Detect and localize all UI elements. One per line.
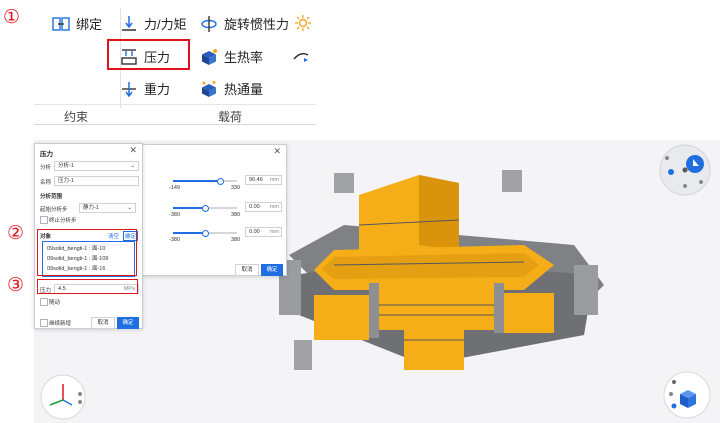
start-step-value: 静力-1 xyxy=(83,205,99,211)
chevron-down-icon: ⌄ xyxy=(130,163,135,169)
force-moment-button[interactable]: 力/力矩 xyxy=(120,14,187,33)
step-marker-1: ① xyxy=(3,6,21,28)
convection-button[interactable] xyxy=(292,47,310,65)
name-input[interactable]: 压力-1 xyxy=(54,176,139,186)
gravity-button[interactable]: 重力 xyxy=(120,79,170,98)
slider-value: 0.00 xyxy=(249,229,260,235)
cancel-button[interactable]: 取消 xyxy=(235,264,259,276)
analysis-value: 分析-1 xyxy=(58,163,74,169)
view-navigation-wheel[interactable] xyxy=(657,142,713,198)
follow-checkbox[interactable] xyxy=(40,298,48,306)
force-moment-label: 力/力矩 xyxy=(144,17,187,32)
continue-add-checkbox[interactable] xyxy=(40,319,48,327)
slider-max: 380 xyxy=(231,237,241,243)
gravity-label: 重力 xyxy=(144,82,171,97)
heat-flux-button[interactable]: 热通量 xyxy=(200,79,263,98)
object-highlight-box xyxy=(37,229,137,276)
pressure-highlight-box-2 xyxy=(37,279,138,294)
axis-triad[interactable] xyxy=(38,372,88,422)
close-icon[interactable]: ✕ xyxy=(273,146,281,157)
load-group-label: 载荷 xyxy=(218,110,243,124)
slider-fill xyxy=(173,232,205,234)
convection-icon xyxy=(292,47,310,65)
gravity-icon xyxy=(120,80,138,98)
follow-label: 随动 xyxy=(49,300,61,306)
rotational-inertia-button[interactable]: 旋转惯性力 xyxy=(200,14,289,33)
slider-knob[interactable] xyxy=(217,178,225,185)
chevron-down-icon: ⌄ xyxy=(127,205,132,211)
heat-generation-button[interactable]: 生热率 xyxy=(200,47,263,66)
force-arrow-icon xyxy=(120,15,138,33)
name-label: 名称 xyxy=(40,180,52,186)
step-marker-2: ② xyxy=(7,222,25,244)
step-marker-3: ③ xyxy=(7,274,25,296)
slider-value-field[interactable]: 0.00 mm xyxy=(245,202,282,212)
start-step-select[interactable]: 静力-1 ⌄ xyxy=(79,203,136,213)
analysis-label: 分析 xyxy=(40,165,52,171)
slider-max: 330 xyxy=(231,185,241,191)
ok-button[interactable]: 确定 xyxy=(117,317,139,329)
slider-min: -380 xyxy=(169,212,181,218)
terminate-label: 终止分析步 xyxy=(49,218,77,224)
sun-icon xyxy=(294,14,312,32)
range-title: 分析范围 xyxy=(40,194,63,200)
slider-unit: mm xyxy=(269,229,279,235)
view-cube[interactable] xyxy=(662,368,712,420)
dialog-title: 压力 xyxy=(40,151,53,158)
rotation-icon xyxy=(200,15,218,33)
temperature-button[interactable] xyxy=(294,14,312,32)
close-icon[interactable]: ✕ xyxy=(129,145,137,156)
slider-value: 90.46 xyxy=(249,177,263,183)
ribbon-toolbar: 绑定 力/力矩 旋转惯性力 压力 生热率 重力 热通量 约束 载荷 xyxy=(34,0,316,125)
constraint-group-label: 约束 xyxy=(64,110,89,124)
section-dialog: ✕ -149 330 90.46 mm -380 380 0.00 mm -380 380 0.00… xyxy=(136,144,287,276)
bind-icon xyxy=(52,15,70,33)
pressure-highlight-box xyxy=(107,39,190,70)
slider-min: -380 xyxy=(169,237,181,243)
slider-value: 0.00 xyxy=(249,204,260,210)
analysis-select[interactable]: 分析-1 ⌄ xyxy=(54,161,139,171)
heat-flux-icon xyxy=(200,80,218,98)
slider-knob[interactable] xyxy=(202,205,209,212)
group-label-divider xyxy=(34,104,316,105)
bind-button[interactable]: 绑定 xyxy=(52,14,102,33)
slider-value-field[interactable]: 0.00 mm xyxy=(245,227,282,237)
slider-fill xyxy=(173,207,205,209)
slider-fill xyxy=(173,180,221,182)
heat-cube-icon xyxy=(200,48,218,66)
cancel-button[interactable]: 取消 xyxy=(91,317,115,329)
terminate-checkbox[interactable] xyxy=(40,216,48,224)
slider-value-field[interactable]: 90.46 mm xyxy=(245,175,282,185)
slider-unit: mm xyxy=(269,204,279,210)
slider-unit: mm xyxy=(269,177,279,183)
slider-knob[interactable] xyxy=(202,230,209,237)
continue-add-label: 继续新增 xyxy=(49,321,72,327)
ok-button[interactable]: 确定 xyxy=(261,264,283,276)
slider-max: 380 xyxy=(231,212,241,218)
heat-generation-label: 生热率 xyxy=(224,50,264,65)
rotational-inertia-label: 旋转惯性力 xyxy=(224,17,290,32)
heat-flux-label: 热通量 xyxy=(224,82,264,97)
bind-label: 绑定 xyxy=(76,17,103,32)
slider-min: -149 xyxy=(169,185,181,191)
start-step-label: 起始分析步 xyxy=(40,207,68,213)
pump-body-model[interactable] xyxy=(274,165,614,385)
